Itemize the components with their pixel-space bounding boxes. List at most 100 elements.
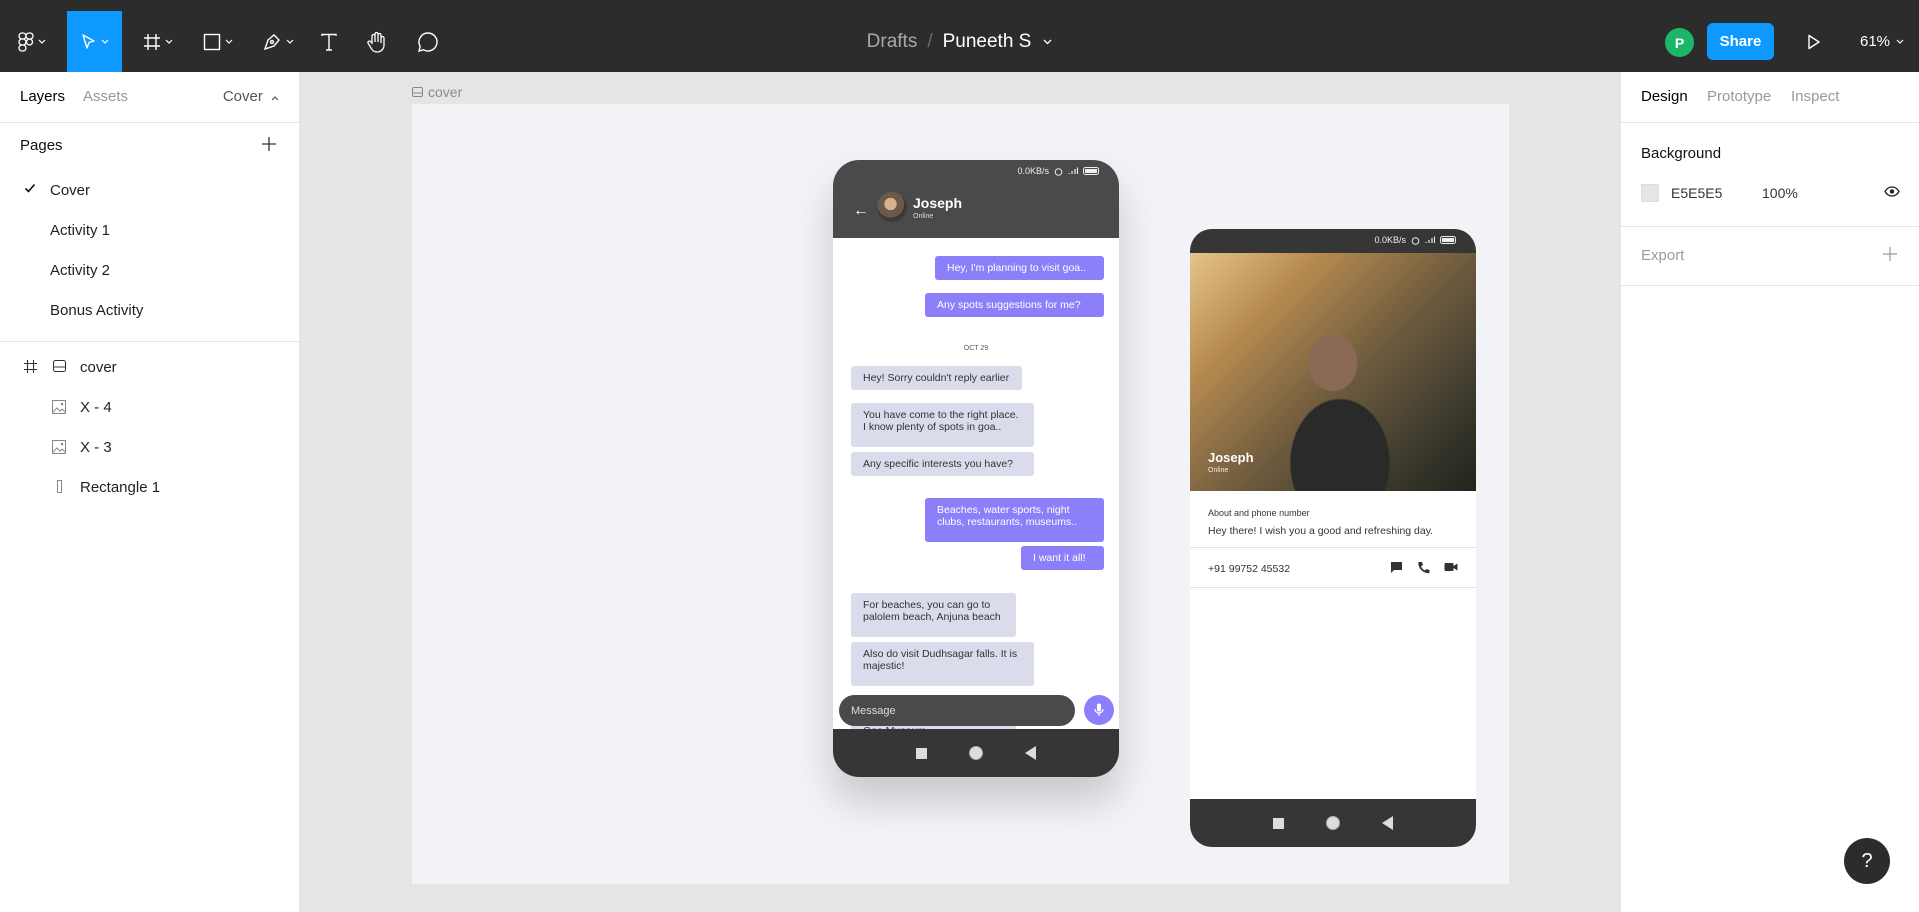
layer-row-x-4[interactable]: X - 4 <box>0 388 299 428</box>
pen-tool-button[interactable] <box>256 11 300 72</box>
signal-icon <box>1425 236 1435 243</box>
android-nav-bar <box>833 729 1119 777</box>
battery-icon <box>1083 167 1099 175</box>
page-item-label: Bonus Activity <box>50 302 144 319</box>
zoom-control[interactable]: 61% <box>1860 11 1904 72</box>
page-switcher[interactable]: Cover <box>223 88 279 105</box>
status-bar: 0.0KB/s <box>1017 166 1101 176</box>
alarm-icon <box>1411 236 1420 245</box>
contact-status: Online <box>913 213 934 220</box>
layer-row-x-3[interactable]: X - 3 <box>0 428 299 468</box>
tab-assets[interactable]: Assets <box>83 88 128 105</box>
breadcrumb-separator: / <box>927 30 933 52</box>
move-tool-button[interactable] <box>67 11 122 72</box>
message-icon <box>1391 562 1402 573</box>
signal-icon <box>1068 167 1078 174</box>
left-panel-tabs: Layers Assets Cover <box>0 72 299 123</box>
back-arrow-icon: ← <box>853 202 869 219</box>
home-icon <box>969 746 983 760</box>
layer-row-cover[interactable]: cover <box>0 348 299 388</box>
add-page-icon[interactable] <box>262 137 276 151</box>
phone-number: +91 99752 45532 <box>1208 563 1291 575</box>
chevron-up-icon <box>271 96 279 101</box>
shape-tool-button[interactable] <box>196 11 240 72</box>
message-input[interactable]: Message <box>839 695 1075 726</box>
network-speed: 0.0KB/s <box>1017 166 1049 176</box>
comment-tool-icon <box>418 31 438 52</box>
mic-icon <box>1094 703 1104 716</box>
frame-label[interactable]: cover <box>412 84 462 100</box>
chevron-down-icon <box>101 39 108 44</box>
chevron-down-icon <box>165 39 173 44</box>
background-hex-input[interactable]: E5E5E5 <box>1671 185 1722 201</box>
layer-row-rectangle-1[interactable]: Rectangle 1 <box>0 468 299 508</box>
page-item-cover[interactable]: Cover <box>0 171 299 211</box>
layer-name: Rectangle 1 <box>80 479 161 496</box>
chevron-down-icon[interactable] <box>1043 39 1052 45</box>
tab-design[interactable]: Design <box>1641 88 1688 105</box>
frame-label-text: cover <box>428 84 463 100</box>
profile-phone-mockup[interactable]: 0.0KB/s Joseph Online About and phone nu… <box>1190 229 1476 847</box>
chat-phone-mockup[interactable]: 0.0KB/s ← Joseph Online Hey, I'm plannin… <box>833 160 1119 777</box>
battery-icon <box>1440 236 1456 244</box>
page-switcher-label: Cover <box>222 88 263 105</box>
layer-name: cover <box>80 359 117 376</box>
divider <box>1190 587 1476 588</box>
present-button[interactable] <box>1800 28 1828 56</box>
user-avatar[interactable]: P <box>1665 28 1694 57</box>
check-icon <box>24 183 36 193</box>
pages-title: Pages <box>20 137 63 154</box>
image-icon <box>52 400 66 414</box>
tab-layers[interactable]: Layers <box>20 88 65 105</box>
contact-name: Joseph <box>913 195 963 211</box>
export-title: Export <box>1641 247 1685 264</box>
divider <box>0 341 299 342</box>
frame-tool-button[interactable] <box>136 11 180 72</box>
chat-message-out: Hey, I'm planning to visit goa.. <box>935 256 1104 280</box>
contact-avatar <box>877 192 907 222</box>
frame-icon <box>24 360 37 373</box>
comment-tool-button[interactable] <box>413 11 443 72</box>
eye-icon[interactable] <box>1884 186 1900 197</box>
folder-link[interactable]: Drafts <box>867 31 918 53</box>
chat-message-in: You have come to the right place. I know… <box>851 403 1034 447</box>
page-item-bonus-activity[interactable]: Bonus Activity <box>0 291 299 331</box>
mic-button[interactable] <box>1084 695 1114 725</box>
chat-message-out: Any spots suggestions for me? <box>925 293 1104 317</box>
page-item-activity-1[interactable]: Activity 1 <box>0 211 299 251</box>
help-button[interactable]: ? <box>1844 838 1890 884</box>
canvas[interactable]: cover 0.0KB/s ← Joseph Online Hey, I'm p… <box>300 72 1620 912</box>
tab-prototype[interactable]: Prototype <box>1707 88 1771 105</box>
status-bar-icons: 0.0KB/s <box>1374 235 1458 245</box>
text-tool-button[interactable] <box>314 11 344 72</box>
chat-message-in: Any specific interests you have? <box>851 452 1034 476</box>
status-bar: 0.0KB/s <box>1190 229 1476 253</box>
shape-tool-icon <box>203 33 221 50</box>
left-panel: Layers Assets Cover Pages Cover Activity… <box>0 72 300 912</box>
page-item-label: Cover <box>50 182 91 199</box>
hand-tool-button[interactable] <box>362 11 392 72</box>
right-panel-tabs: Design Prototype Inspect <box>1621 72 1919 123</box>
file-name[interactable]: Puneeth S <box>943 31 1032 53</box>
page-item-activity-2[interactable]: Activity 2 <box>0 251 299 291</box>
video-icon <box>1444 563 1458 571</box>
move-tool-icon <box>81 33 95 49</box>
right-panel: Design Prototype Inspect Background E5E5… <box>1620 72 1919 912</box>
chat-message-in: For beaches, you can go to palolem beach… <box>851 593 1016 637</box>
android-nav-bar <box>1190 799 1476 847</box>
profile-status: Online <box>1208 467 1229 474</box>
figma-menu-button[interactable] <box>12 11 52 72</box>
chat-message-in: Also do visit Dudhsagar falls. It is maj… <box>851 642 1034 686</box>
add-export-icon[interactable] <box>1883 247 1897 261</box>
home-icon <box>1326 816 1340 830</box>
play-icon <box>1808 34 1820 50</box>
frame-tool-icon <box>144 33 160 50</box>
component-frame-icon <box>53 360 66 372</box>
alarm-icon <box>1054 167 1063 176</box>
chat-header: 0.0KB/s ← Joseph Online <box>833 160 1119 238</box>
background-opacity-input[interactable]: 100% <box>1762 185 1798 201</box>
share-button[interactable]: Share <box>1707 23 1774 60</box>
background-title: Background <box>1641 145 1722 162</box>
tab-inspect[interactable]: Inspect <box>1791 88 1839 105</box>
background-color-swatch[interactable] <box>1641 184 1659 202</box>
